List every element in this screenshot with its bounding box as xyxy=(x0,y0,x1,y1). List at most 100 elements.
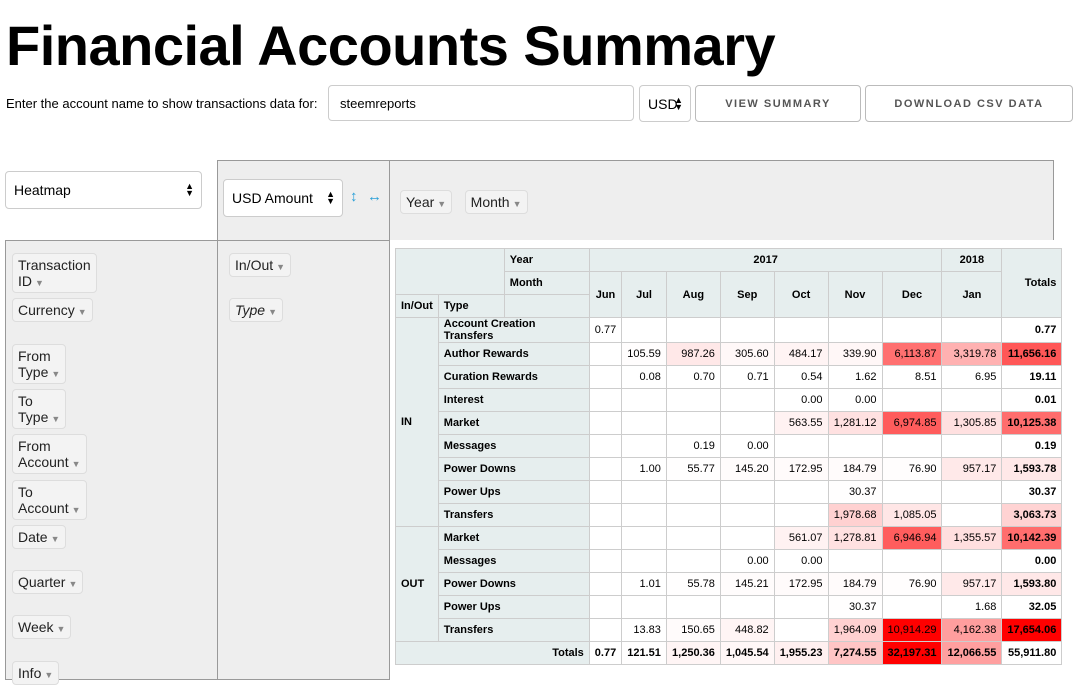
dropdown-triangle-icon: ▼ xyxy=(51,413,61,424)
value-cell: 0.71 xyxy=(719,365,775,389)
renderer-value: Heatmap xyxy=(14,182,71,198)
field-label: Transaction ID xyxy=(18,257,91,289)
value-cell xyxy=(621,480,667,504)
row-total-cell: 10,125.38 xyxy=(1001,411,1063,435)
table-row: Transfers 13.83 150.65 448.82 1,964.09 10,914… xyxy=(396,618,1063,642)
value-cell xyxy=(827,549,883,573)
value-cell xyxy=(719,480,775,504)
row-total-cell: 32.05 xyxy=(1001,595,1063,619)
col-total-cell: 7,274.55 xyxy=(827,641,883,665)
dropdown-triangle-icon: ▼ xyxy=(35,278,44,288)
value-cell xyxy=(665,480,721,504)
dropdown-triangle-icon: ▼ xyxy=(50,533,60,544)
download-csv-button[interactable]: DOWNLOAD CSV DATA xyxy=(865,85,1073,122)
value-cell: 1,964.09 xyxy=(827,618,883,642)
row-sort-icon[interactable]: ↕ xyxy=(350,188,358,205)
value-cell: 563.55 xyxy=(773,411,829,435)
type-header: Type xyxy=(437,294,505,318)
value-cell: 6,974.85 xyxy=(881,411,943,435)
aggregator-value: USD Amount xyxy=(232,190,313,206)
value-cell: 30.37 xyxy=(827,595,883,619)
field-from-account[interactable]: From Account ▼ xyxy=(12,434,87,475)
field-transaction-id[interactable]: Transaction ID ▼ xyxy=(12,253,97,293)
month-header: Nov xyxy=(827,271,883,318)
field-label: Month xyxy=(470,194,510,210)
dropdown-triangle-icon: ▼ xyxy=(44,669,54,680)
col-field-month[interactable]: Month ▼ xyxy=(464,190,528,214)
value-cell xyxy=(773,434,829,458)
dropdown-triangle-icon: ▼ xyxy=(56,624,66,635)
value-cell xyxy=(621,595,667,619)
value-cell xyxy=(941,503,1003,527)
renderer-select[interactable]: Heatmap ▲ ▼ xyxy=(5,171,202,209)
dropdown-triangle-icon: ▼ xyxy=(77,307,87,318)
dropdown-triangle-icon: ▼ xyxy=(51,368,61,379)
col-total-cell: 32,197.31 xyxy=(881,641,943,665)
value-cell xyxy=(941,480,1003,504)
dropdown-triangle-icon: ▼ xyxy=(71,459,81,470)
col-sort-icon[interactable]: ↔ xyxy=(367,188,382,205)
value-cell: 0.08 xyxy=(621,365,667,389)
field-currency[interactable]: Currency ▼ xyxy=(12,298,93,323)
value-cell: 484.17 xyxy=(773,342,829,366)
value-cell xyxy=(588,572,623,596)
value-cell xyxy=(941,317,1003,343)
field-date[interactable]: Date ▼ xyxy=(12,524,66,549)
value-cell xyxy=(588,388,623,412)
dropdown-triangle-icon: ▼ xyxy=(437,199,447,209)
field-label: Week xyxy=(18,619,54,636)
header-spacer xyxy=(503,294,590,318)
dropdown-triangle-icon: ▼ xyxy=(512,199,522,209)
value-cell xyxy=(588,595,623,619)
field-label: From Account xyxy=(18,438,69,471)
inout-group-label: OUT xyxy=(395,526,439,642)
field-to-account[interactable]: To Account ▼ xyxy=(12,479,87,520)
field-info[interactable]: Info ▼ xyxy=(12,660,60,685)
value-cell: 957.17 xyxy=(941,572,1003,596)
row-field-type[interactable]: Type ▼ xyxy=(229,298,284,322)
table-row: Interest 0.00 0.00 0.01 xyxy=(396,388,1063,412)
value-cell xyxy=(941,434,1003,458)
row-total-cell: 0.77 xyxy=(1001,317,1063,343)
value-cell: 3,319.78 xyxy=(941,342,1003,366)
type-label: Transfers xyxy=(437,618,590,642)
value-cell xyxy=(881,480,943,504)
value-cell: 0.54 xyxy=(773,365,829,389)
value-cell: 13.83 xyxy=(621,618,667,642)
view-summary-button[interactable]: VIEW SUMMARY xyxy=(695,85,861,122)
month-header: Jan xyxy=(941,271,1003,318)
row-field-inout[interactable]: In/Out ▼ xyxy=(229,253,292,277)
value-cell xyxy=(665,526,721,550)
row-total-cell: 17,654.06 xyxy=(1001,618,1063,642)
field-label: Quarter xyxy=(18,574,66,591)
value-cell xyxy=(719,388,775,412)
value-cell: 145.20 xyxy=(719,457,775,481)
value-cell xyxy=(719,526,775,550)
type-label: Curation Rewards xyxy=(437,365,590,389)
col-total-cell: 1,955.23 xyxy=(773,641,829,665)
type-label: Power Downs xyxy=(437,457,590,481)
inout-header: In/Out xyxy=(395,294,439,318)
field-to-type[interactable]: To Type ▼ xyxy=(12,388,67,429)
value-cell xyxy=(665,388,721,412)
col-field-year[interactable]: Year ▼ xyxy=(400,190,453,214)
currency-select[interactable]: USD ▲ ▼ xyxy=(639,85,691,122)
col-total-cell: 1,250.36 xyxy=(665,641,721,665)
row-total-cell: 11,656.16 xyxy=(1001,342,1063,366)
value-cell xyxy=(773,618,829,642)
field-week[interactable]: Week ▼ xyxy=(12,615,72,640)
corner-cell xyxy=(395,248,505,295)
value-cell: 6.95 xyxy=(941,365,1003,389)
totals-row-label: Totals xyxy=(395,641,590,665)
value-cell xyxy=(773,503,829,527)
row-total-cell: 30.37 xyxy=(1001,480,1063,504)
value-cell xyxy=(588,411,623,435)
aggregator-select[interactable]: USD Amount ▲ ▼ xyxy=(223,179,343,217)
value-cell: 561.07 xyxy=(773,526,829,550)
account-name-input[interactable] xyxy=(328,85,634,121)
account-prompt: Enter the account name to show transacti… xyxy=(6,96,318,111)
field-from-type[interactable]: From Type ▼ xyxy=(12,343,67,384)
value-cell: 184.79 xyxy=(827,572,883,596)
field-quarter[interactable]: Quarter ▼ xyxy=(12,570,84,595)
value-cell: 1,978.68 xyxy=(827,503,883,527)
